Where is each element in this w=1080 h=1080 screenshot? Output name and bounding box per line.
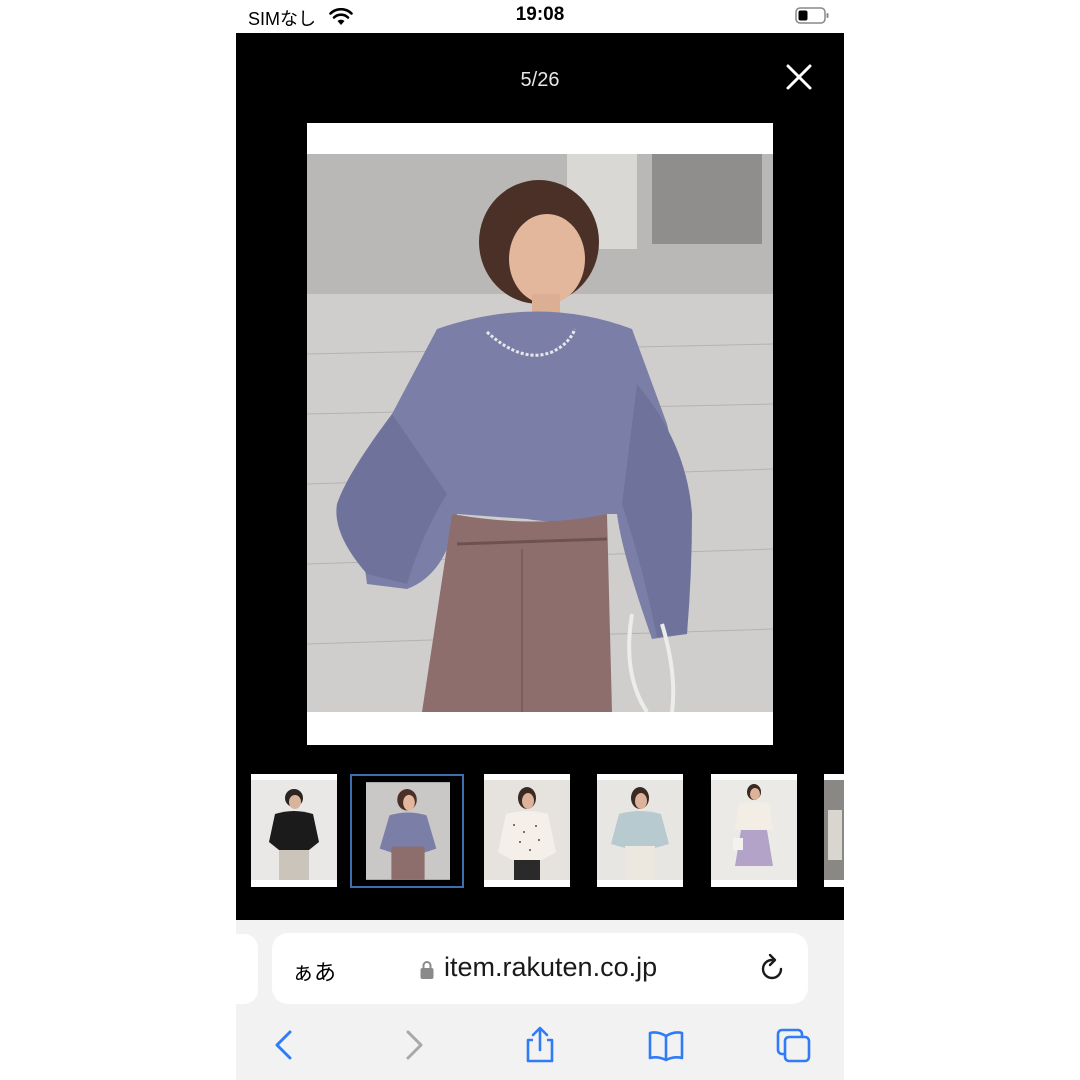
lock-icon: [420, 961, 434, 979]
thumbnail-polka-dot-blouse[interactable]: [484, 774, 570, 887]
thumbnail-light-blue-blouse[interactable]: [597, 774, 683, 887]
bookmarks-icon[interactable]: [648, 1026, 684, 1064]
thumbnail-purple-blouse[interactable]: [350, 774, 464, 888]
image-counter: 5/26: [520, 69, 560, 91]
page-settings-button[interactable]: ぁあ: [292, 955, 336, 987]
forward-icon[interactable]: [396, 1026, 432, 1064]
battery-icon: [795, 7, 829, 24]
tabs-icon[interactable]: [776, 1026, 812, 1064]
previous-tab-pill[interactable]: [236, 934, 258, 1004]
reload-icon[interactable]: [758, 953, 786, 983]
thumbnail-strip[interactable]: [236, 774, 844, 892]
image-viewer: 5/26: [236, 33, 844, 920]
share-icon[interactable]: [522, 1026, 558, 1064]
address-bar[interactable]: ぁあ item.rakuten.co.jp: [272, 933, 808, 1004]
status-bar: SIMなし 19:08: [236, 0, 844, 34]
thumbnail-cream-blouse-lavender-skirt[interactable]: [711, 774, 797, 887]
main-product-image[interactable]: [307, 123, 773, 745]
close-icon[interactable]: [782, 60, 816, 94]
thumbnail-black-blouse[interactable]: [251, 774, 337, 887]
thumbnail-grey-blouse-partial[interactable]: [824, 774, 844, 887]
address-bar-area: ぁあ item.rakuten.co.jp: [236, 920, 844, 1010]
back-icon[interactable]: [266, 1026, 302, 1064]
product-photo: [307, 154, 773, 712]
status-time: 19:08: [515, 4, 565, 25]
url-text: item.rakuten.co.jp: [444, 952, 658, 982]
browser-toolbar: [236, 1010, 844, 1080]
